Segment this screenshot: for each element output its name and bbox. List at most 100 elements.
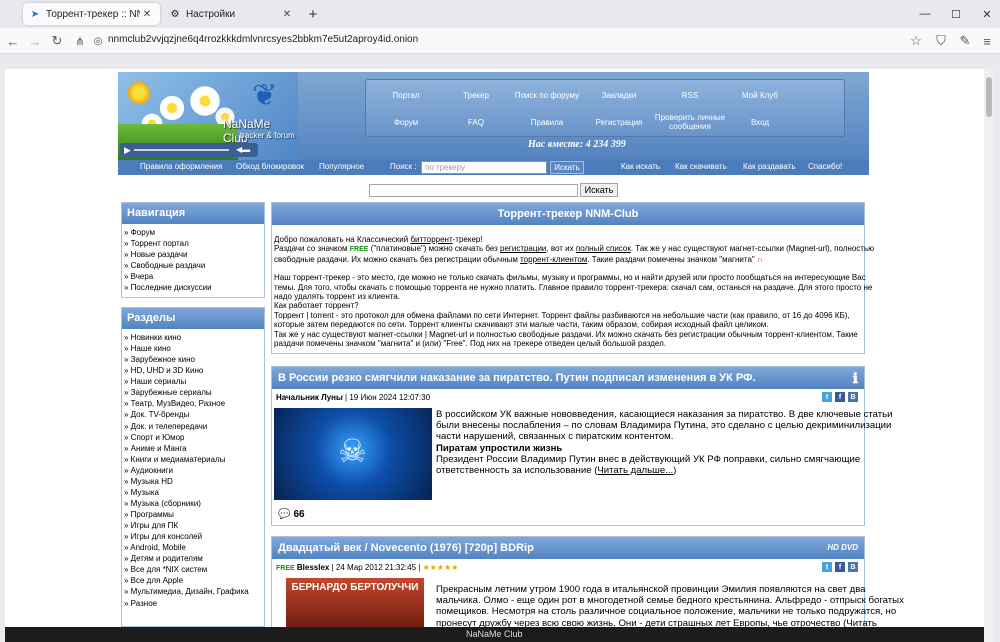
section-link[interactable]: » Док. TV-бренды (124, 409, 264, 420)
section-link[interactable]: » Зарубежные сериалы (124, 387, 264, 398)
menu-icon[interactable]: ≡ (977, 31, 997, 51)
registration-link[interactable]: регистрации (500, 244, 546, 253)
subnav-rules-link[interactable]: Правила оформления (140, 162, 222, 171)
facebook-icon[interactable]: f (835, 562, 845, 572)
news-author[interactable]: Blesslex (297, 563, 329, 572)
section-link[interactable]: » Музыка (сборники) (124, 498, 264, 509)
read-more-link[interactable]: Читать дальше... (597, 465, 673, 476)
menu-forum[interactable]: Форум (366, 109, 446, 135)
radio-player[interactable]: ▶ ◀▬ (120, 143, 258, 157)
scrollbar-thumb[interactable] (986, 77, 992, 117)
menu-tracker[interactable]: Трекер (436, 82, 516, 108)
menu-bookmarks[interactable]: Закладки (579, 82, 659, 108)
menu-registration[interactable]: Регистрация (579, 109, 659, 135)
news-author[interactable]: Начальник Луны (276, 393, 343, 402)
navigation-link[interactable]: » Торрент портал (124, 238, 264, 249)
section-link[interactable]: » Док. и телепередачи (124, 421, 264, 432)
section-link[interactable]: » Театр, МузВидео, Разное (124, 398, 264, 409)
close-window-button[interactable]: ✕ (977, 4, 997, 24)
broom-icon[interactable]: ✎ (955, 31, 975, 51)
page-scrollbar[interactable] (984, 69, 994, 642)
section-link[interactable]: » Игры для консолей (124, 531, 264, 542)
section-link[interactable]: » Музыка (124, 487, 264, 498)
section-link[interactable]: » Наши сериалы (124, 376, 264, 387)
section-link[interactable]: » Наше кино (124, 343, 264, 354)
section-link[interactable]: » HD, UHD и 3D Кино (124, 365, 264, 376)
main-search-input[interactable] (369, 184, 578, 197)
section-link[interactable]: » Зарубежное кино (124, 354, 264, 365)
menu-forum-search[interactable]: Поиск по форуму (507, 82, 587, 108)
maximize-button[interactable]: ☐ (946, 4, 966, 24)
comments-count[interactable]: 💬 66 (278, 509, 305, 520)
section-link[interactable]: » Музыка HD (124, 476, 264, 487)
section-link[interactable]: » Все для Apple (124, 575, 264, 586)
news-meta: FREE Blesslex | 24 Мар 2012 21:32:45 | ★… (272, 559, 864, 575)
movie-poster[interactable]: БЕРНАРДО БЕРТОЛУЧЧИ (286, 578, 424, 632)
subnav-how-seed[interactable]: Как раздавать (743, 162, 796, 171)
minimize-button[interactable]: — (915, 4, 935, 24)
section-link[interactable]: » Книги и медиаматериалы (124, 454, 264, 465)
shield-icon[interactable]: ⛉ (931, 31, 951, 51)
onion-lock-icon[interactable]: ◎ (88, 31, 108, 51)
subnav-search-input[interactable]: по трекеру (421, 161, 547, 174)
menu-check-messages[interactable]: Проверить личные сообщения (650, 109, 730, 135)
navigation-link[interactable]: » Последние дискуссии (124, 282, 264, 293)
navigation-link[interactable]: » Новые раздачи (124, 249, 264, 260)
address-bar[interactable]: nnmclub2vvjqzjne6q4rrozkkkdmlvnrcsyes2bb… (108, 34, 418, 45)
navigation-link[interactable]: » Свободные раздачи (124, 260, 264, 271)
new-tab-button[interactable]: + (304, 5, 322, 23)
news-title[interactable]: В России резко смягчили наказание за пир… (278, 372, 756, 384)
banner-logo-art[interactable]: ❦ NaNaMe Club tracker & forum ▶ ◀▬ (118, 72, 298, 160)
section-link[interactable]: » Мультимедиа, Дизайн, Графика (124, 586, 264, 597)
menu-portal[interactable]: Портал (366, 82, 446, 108)
menu-my-club[interactable]: Мой Клуб (720, 82, 800, 108)
navigation-link[interactable]: » Форум (124, 227, 264, 238)
close-tab-icon[interactable]: ✕ (280, 7, 294, 21)
section-link[interactable]: » Разное (124, 598, 264, 609)
news-image[interactable]: ☠ (274, 408, 432, 500)
full-list-link[interactable]: полный список (576, 244, 631, 253)
main-search-button[interactable]: Искать (580, 183, 618, 197)
bookmark-star-icon[interactable]: ☆ (906, 31, 926, 51)
subnav-how-search[interactable]: Как искать (621, 162, 660, 171)
section-link[interactable]: » Игры для ПК (124, 520, 264, 531)
section-link[interactable]: » Аниме и Манга (124, 443, 264, 454)
volume-icon[interactable]: ◀▬ (236, 145, 250, 154)
news-body: Прекрасным летним утром 1900 года в итал… (436, 584, 904, 629)
menu-login[interactable]: Вход (720, 109, 800, 135)
play-icon[interactable]: ▶ (124, 145, 131, 156)
tor-circuit-icon[interactable]: ⋔ (70, 31, 90, 51)
section-link[interactable]: » Детям и родителям (124, 553, 264, 564)
navigation-link[interactable]: » Вчера (124, 271, 264, 282)
torrent-client-link[interactable]: торрент-клиентом (520, 255, 587, 264)
menu-rss[interactable]: RSS (650, 82, 730, 108)
news-title[interactable]: Двадцатый век / Novecento (1976) [720p] … (278, 542, 534, 554)
bittorrent-link[interactable]: битторрент (410, 235, 452, 244)
section-link[interactable]: » Android, Mobile (124, 542, 264, 553)
menu-rules[interactable]: Правила (507, 109, 587, 135)
player-progress[interactable] (134, 149, 229, 151)
twitter-icon[interactable]: t (822, 392, 832, 402)
browser-tab-active[interactable]: ➤ Торрент-трекер :: NNM-Club ✕ (23, 3, 160, 25)
vk-icon[interactable]: B (848, 392, 858, 402)
subnav-how-download[interactable]: Как скачивать (675, 162, 727, 171)
section-link[interactable]: » Все для *NIX систем (124, 564, 264, 575)
twitter-icon[interactable]: t (822, 562, 832, 572)
section-link[interactable]: » Новинки кино (124, 332, 264, 343)
section-link[interactable]: » Спорт и Юмор (124, 432, 264, 443)
browser-tab-settings[interactable]: ⚙ Настройки ✕ (163, 3, 300, 25)
subnav-popular-link[interactable]: Популярное (319, 162, 364, 171)
facebook-icon[interactable]: f (835, 392, 845, 402)
news-date: | 24 Мар 2012 21:32:45 | (329, 563, 423, 572)
reload-icon[interactable]: ↻ (47, 31, 67, 51)
forward-arrow-icon[interactable]: → (25, 31, 45, 51)
subnav-bypass-link[interactable]: Обход блокировок (236, 162, 304, 171)
subnav-search-button[interactable]: Искать (550, 161, 584, 174)
subnav-thanks[interactable]: Спасибо! (808, 162, 842, 171)
back-arrow-icon[interactable]: ← (3, 31, 23, 51)
section-link[interactable]: » Аудиокниги (124, 465, 264, 476)
menu-faq[interactable]: FAQ (436, 109, 516, 135)
close-tab-icon[interactable]: ✕ (140, 7, 154, 21)
vk-icon[interactable]: B (848, 562, 858, 572)
section-link[interactable]: » Программы (124, 509, 264, 520)
